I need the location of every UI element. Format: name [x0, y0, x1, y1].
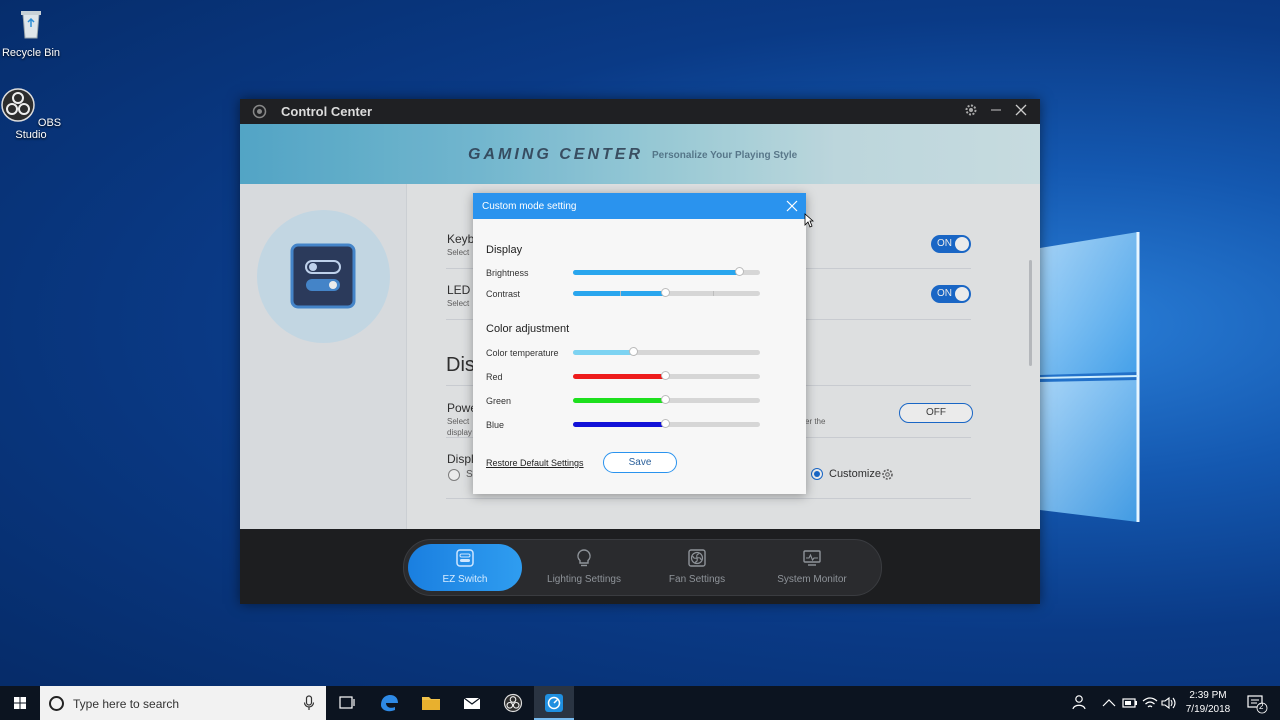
notification-count: 2	[1259, 702, 1264, 711]
taskbar-control-center[interactable]	[534, 686, 574, 720]
dialog-close-icon[interactable]	[784, 198, 800, 214]
title-bar: Control Center	[240, 99, 1040, 124]
brightness-label: Brightness	[486, 268, 529, 278]
color-adjustment-heading: Color adjustment	[486, 323, 570, 335]
obs-studio-icon	[1, 88, 35, 122]
nav-ez-switch[interactable]: EZ Switch	[408, 544, 522, 591]
red-slider[interactable]	[573, 371, 760, 380]
nav-fan-settings[interactable]: Fan Settings	[642, 544, 752, 591]
nav-label: Fan Settings	[668, 574, 726, 585]
slider-thumb[interactable]	[660, 395, 670, 404]
color-temperature-label: Color temperature	[486, 348, 559, 358]
blue-label: Blue	[486, 420, 505, 430]
nav-pill: EZ Switch Lighting Settings Fan Settings	[403, 539, 882, 596]
display-heading: Display	[486, 244, 523, 256]
taskbar-search-box[interactable]: Type here to search	[40, 686, 326, 720]
taskbar-edge[interactable]	[369, 686, 409, 720]
action-center-button[interactable]: 2	[1244, 686, 1270, 720]
green-label: Green	[486, 396, 512, 406]
desktop-icon-recycle-bin[interactable]: Recycle Bin	[0, 6, 62, 59]
wifi-icon[interactable]	[1141, 686, 1159, 720]
start-button[interactable]	[0, 686, 40, 720]
lightbulb-icon	[577, 549, 591, 567]
custom-mode-dialog: Custom mode setting Display Brightness C…	[473, 193, 806, 494]
slider-thumb[interactable]	[660, 288, 670, 297]
desktop-icon-obs-studio[interactable]: OBS Studio	[0, 88, 62, 141]
nav-label: Lighting Settings	[547, 574, 621, 585]
dialog-title: Custom mode setting	[482, 201, 577, 212]
control-center-icon	[545, 694, 563, 712]
people-icon[interactable]	[1070, 686, 1090, 720]
notification-icon	[1247, 695, 1268, 714]
contrast-slider[interactable]	[573, 288, 760, 297]
clock-date: 7/19/2018	[1185, 704, 1231, 715]
monitor-icon	[803, 550, 821, 566]
taskbar-obs-studio[interactable]	[493, 686, 533, 720]
window-title: Control Center	[281, 104, 372, 119]
microphone-icon[interactable]	[303, 695, 315, 711]
slider-tick	[713, 291, 715, 296]
slider-thumb[interactable]	[660, 419, 670, 428]
taskbar-file-explorer[interactable]	[411, 686, 451, 720]
cortana-circle-icon	[49, 696, 64, 711]
mail-icon	[463, 697, 481, 709]
system-clock[interactable]: 2:39 PM 7/19/2018	[1176, 689, 1240, 717]
taskbar: Type here to search 2:39 PM 7/19/2018 2	[0, 686, 1280, 720]
folder-icon	[422, 697, 440, 710]
close-window-icon[interactable]	[1012, 103, 1030, 121]
minimize-icon[interactable]	[987, 103, 1005, 121]
desktop-icon-label: Recycle Bin	[1, 47, 61, 59]
slider-thumb[interactable]	[628, 347, 638, 356]
contrast-label: Contrast	[486, 289, 521, 299]
chevron-up-icon[interactable]	[1100, 686, 1118, 720]
blue-slider[interactable]	[573, 419, 760, 428]
nav-lighting-settings[interactable]: Lighting Settings	[529, 544, 639, 591]
windows-start-icon	[14, 697, 26, 709]
settings-gear-icon[interactable]	[962, 103, 980, 121]
search-placeholder: Type here to search	[73, 697, 180, 711]
mouse-cursor-icon	[804, 213, 814, 228]
fan-icon	[688, 549, 706, 567]
save-button[interactable]: Save	[603, 452, 677, 473]
nav-system-monitor[interactable]: System Monitor	[757, 544, 867, 591]
dialog-header: Custom mode setting	[473, 193, 806, 219]
task-view-button[interactable]	[327, 686, 367, 720]
green-slider[interactable]	[573, 395, 760, 404]
recycle-bin-icon	[21, 11, 41, 39]
task-view-icon	[339, 696, 355, 709]
slider-tick	[619, 291, 621, 296]
nav-label: EZ Switch	[442, 574, 488, 585]
restore-default-settings-link[interactable]: Restore Default Settings	[486, 458, 584, 468]
app-logo-icon	[252, 104, 267, 119]
bottom-navigation-bar: EZ Switch Lighting Settings Fan Settings	[240, 529, 1040, 604]
color-temperature-slider[interactable]	[573, 347, 760, 356]
slider-thumb[interactable]	[660, 371, 670, 380]
taskbar-mail[interactable]	[452, 686, 492, 720]
battery-icon[interactable]	[1121, 686, 1139, 720]
ez-switch-icon	[456, 549, 474, 567]
edge-icon	[381, 695, 398, 712]
clock-time: 2:39 PM	[1189, 690, 1227, 701]
slider-thumb[interactable]	[735, 267, 745, 276]
red-label: Red	[486, 372, 503, 382]
nav-label: System Monitor	[777, 574, 847, 585]
brightness-slider[interactable]	[573, 267, 760, 276]
obs-studio-icon	[503, 693, 523, 713]
